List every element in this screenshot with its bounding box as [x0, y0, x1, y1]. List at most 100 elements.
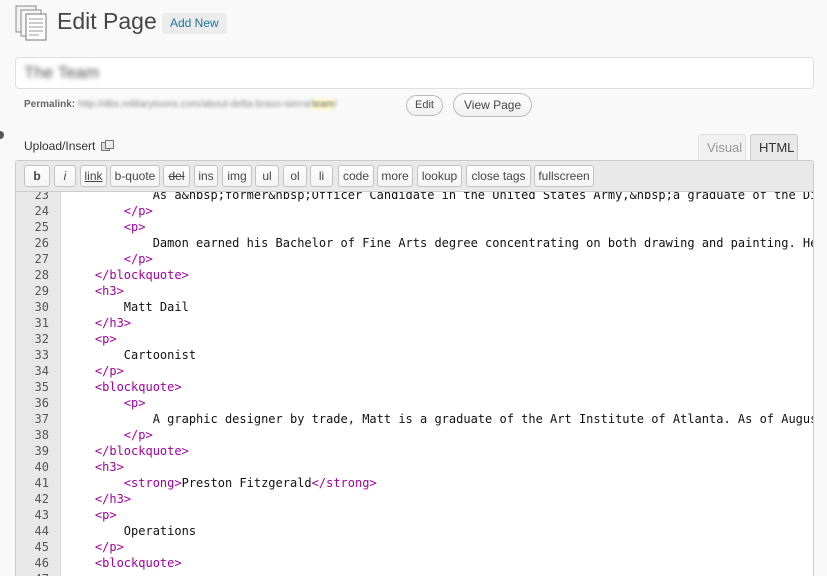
line-number: 27 — [34, 252, 49, 266]
html-tag-token: </p> — [123, 428, 153, 442]
html-tag-token: </h3> — [94, 316, 132, 330]
text-token: Damon earned his Bachelor of Fine Arts d… — [66, 236, 813, 250]
code-lines: 23 As a&nbsp;former&nbsp;Officer Candida… — [16, 192, 813, 576]
line-number: 44 — [34, 524, 49, 538]
title-input-value: The Team — [24, 63, 100, 82]
quicktag-img-button[interactable]: img — [222, 165, 252, 187]
quicktag-ol-button[interactable]: ol — [283, 165, 307, 187]
upload-insert: Upload/Insert — [24, 139, 115, 153]
html-tag-token: </blockquote> — [94, 268, 189, 282]
html-tag-token: </strong> — [311, 476, 377, 490]
html-tag-token: <h3> — [94, 460, 124, 474]
view-page-button[interactable]: View Page — [453, 93, 533, 117]
quicktag-bold-button[interactable]: b — [24, 165, 50, 187]
code-text: </h3> — [66, 315, 131, 331]
code-text: As a&nbsp;former&nbsp;Officer Candidate … — [66, 192, 813, 203]
line-number: 39 — [34, 444, 49, 458]
text-token: As a&nbsp;former&nbsp;Officer Candidate … — [66, 192, 813, 202]
html-tag-token: </p> — [123, 204, 153, 218]
code-line: 47 — [16, 571, 813, 576]
edit-permalink-button[interactable]: Edit — [406, 95, 443, 116]
line-number: 31 — [34, 316, 49, 330]
quicktag-italic-button[interactable]: i — [54, 165, 76, 187]
line-number: 46 — [34, 556, 49, 570]
quicktag-bquote-button[interactable]: b-quote — [110, 165, 160, 187]
code-text: <h3> — [66, 283, 124, 299]
line-number: 32 — [34, 332, 49, 346]
quicktag-ul-button[interactable]: ul — [255, 165, 279, 187]
code-line: 35 <blockquote> — [16, 379, 813, 395]
line-number: 42 — [34, 492, 49, 506]
tab-visual[interactable]: Visual — [698, 134, 746, 160]
quicktag-code-button[interactable]: code — [338, 165, 374, 187]
code-line: 40 <h3> — [16, 459, 813, 475]
quicktag-fullscreen-button[interactable]: fullscreen — [534, 165, 594, 187]
quicktags-toolbar: b i link b-quote del ins img ul ol li co… — [16, 161, 813, 192]
code-text: <p> — [66, 219, 146, 235]
code-line: 29 <h3> — [16, 283, 813, 299]
code-text: <p> — [66, 507, 117, 523]
tab-html[interactable]: HTML — [750, 134, 798, 160]
line-number: 30 — [34, 300, 49, 314]
quicktag-del-button[interactable]: del — [163, 165, 190, 187]
line-number: 47 — [16, 571, 49, 576]
html-tag-token: <blockquote> — [94, 556, 182, 570]
line-number: 37 — [34, 412, 49, 426]
code-text: Damon earned his Bachelor of Fine Arts d… — [66, 235, 813, 251]
code-text: </p> — [66, 363, 124, 379]
code-text: A graphic designer by trade, Matt is a g… — [66, 411, 813, 427]
quicktag-ins-button[interactable]: ins — [194, 165, 218, 187]
html-tag-token: <h3> — [94, 284, 124, 298]
add-media-icon[interactable] — [101, 140, 115, 152]
html-tag-token: <p> — [123, 220, 146, 234]
line-number: 26 — [34, 236, 49, 250]
code-line: 34 </p> — [16, 363, 813, 379]
code-text: <blockquote> — [66, 555, 182, 571]
quicktag-lookup-button[interactable]: lookup — [417, 165, 462, 187]
code-textarea[interactable]: 23 As a&nbsp;former&nbsp;Officer Candida… — [16, 192, 813, 576]
code-line: 39 </blockquote> — [16, 443, 813, 459]
permalink: Permalink: http://dbs.militarytoons.com/… — [24, 94, 337, 116]
collapse-handle[interactable] — [0, 131, 4, 139]
html-editor: b i link b-quote del ins img ul ol li co… — [15, 160, 814, 576]
code-line: 37 A graphic designer by trade, Matt is … — [16, 411, 813, 427]
title-input[interactable]: The Team — [15, 57, 814, 89]
line-number: 25 — [34, 220, 49, 234]
code-line: 30 Matt Dail — [16, 299, 813, 315]
code-line: 45 </p> — [16, 539, 813, 555]
quicktag-close-tags-button[interactable]: close tags — [466, 165, 531, 187]
code-text: Operations — [66, 523, 196, 539]
line-number: 45 — [34, 540, 49, 554]
html-tag-token: </p> — [123, 252, 153, 266]
html-tag-token: <p> — [123, 396, 146, 410]
code-line: 27 </p> — [16, 251, 813, 267]
code-line: 24 </p> — [16, 203, 813, 219]
permalink-url[interactable]: http://dbs.militarytoons.com/about-delta… — [78, 99, 312, 110]
add-new-button[interactable]: Add New — [162, 13, 227, 34]
code-line: 38 </p> — [16, 427, 813, 443]
code-text: </p> — [66, 251, 153, 267]
quicktag-li-button[interactable]: li — [310, 165, 333, 187]
permalink-slug[interactable]: team — [311, 99, 335, 110]
page-title: Edit Page — [57, 8, 157, 34]
quicktag-more-button[interactable]: more — [377, 165, 413, 187]
text-token: Matt Dail — [66, 300, 189, 314]
permalink-label: Permalink: — [24, 99, 76, 110]
code-text: <blockquote> — [66, 379, 182, 395]
text-token: A graphic designer by trade, Matt is a g… — [66, 412, 813, 426]
text-token: Preston Fitzgerald — [181, 476, 312, 490]
line-number: 23 — [34, 192, 49, 202]
code-text: </p> — [66, 539, 124, 555]
quicktag-link-button[interactable]: link — [80, 165, 107, 187]
code-line: 31 </h3> — [16, 315, 813, 331]
code-line: 46 <blockquote> — [16, 555, 813, 571]
line-number: 33 — [34, 348, 49, 362]
